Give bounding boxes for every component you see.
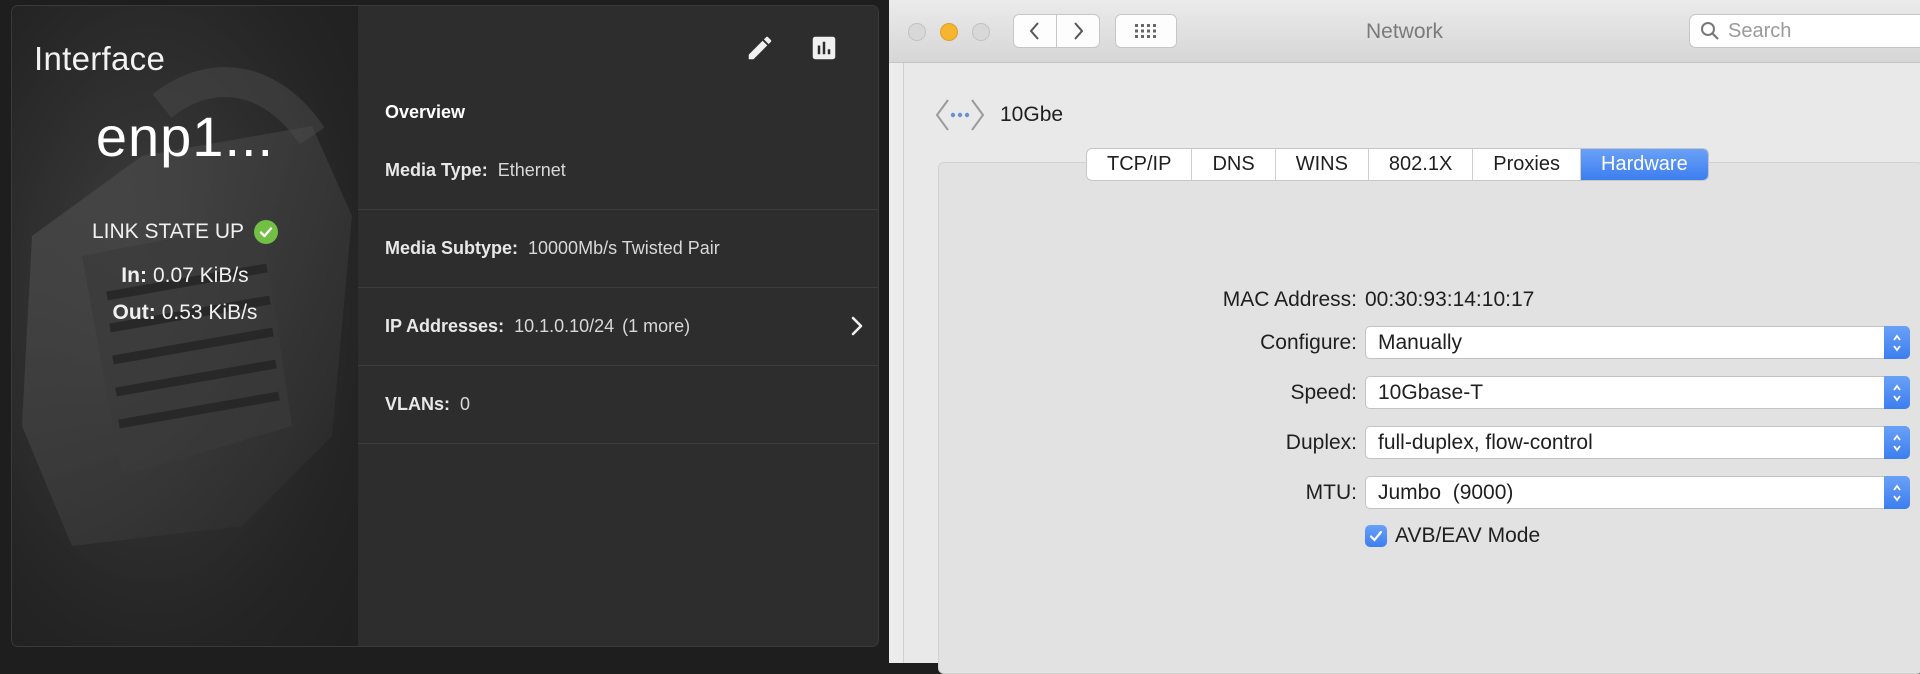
row-label: Media Type:	[385, 160, 488, 180]
media-type-row: Media Type: Ethernet	[358, 132, 878, 210]
row-label: VLANs:	[385, 394, 451, 414]
in-value: 0.07 KiB/s	[152, 264, 249, 287]
popup-arrows-icon	[1884, 376, 1910, 409]
tab-wins[interactable]: WINS	[1276, 149, 1369, 180]
panel-title: Interface	[34, 40, 166, 77]
row-value: Ethernet	[497, 160, 566, 180]
search-placeholder: Search	[1728, 19, 1792, 42]
ip-addresses-row[interactable]: IP Addresses: 10.1.0.10/24 (1 more)	[358, 288, 878, 366]
interface-name: 10Gbe	[1000, 103, 1064, 126]
duplex-value: full-duplex, flow-control	[1378, 430, 1593, 454]
configure-popup[interactable]: Manually	[1365, 326, 1910, 359]
chevron-right-icon[interactable]	[846, 314, 868, 338]
mtu-popup[interactable]: Jumbo (9000)	[1365, 476, 1910, 509]
speed-value: 10Gbase-T	[1378, 380, 1484, 404]
tab-hardware[interactable]: Hardware	[1581, 149, 1708, 180]
interface-card: Interface enp1... LINK STATE UP In: 0.07 …	[12, 6, 878, 646]
speed-popup[interactable]: 10Gbase-T	[1365, 376, 1910, 409]
hardware-panel: MAC Address: 00:30:93:14:10:17 Configure…	[938, 162, 1920, 674]
out-value: 0.53 KiB/s	[161, 301, 258, 324]
row-label: Media Subtype:	[385, 238, 519, 258]
speed-label: Speed:	[1290, 381, 1357, 404]
interface-hero: Interface enp1... LINK STATE UP In: 0.07 …	[12, 6, 358, 646]
check-circle-icon	[254, 220, 279, 244]
avb-label: AVB/EAV Mode	[1395, 524, 1541, 547]
row-value: 0	[460, 394, 471, 414]
interface-name: enp1...	[95, 105, 275, 168]
preferences-content: 10Gbe MAC Address: 00:30:93:14:10:17 Con…	[903, 63, 1920, 674]
out-label: Out:	[112, 301, 156, 324]
mac-address-value: 00:30:93:14:10:17	[1365, 288, 1535, 311]
search-field[interactable]: Search	[1689, 14, 1920, 48]
section-title: Overview	[385, 102, 466, 122]
link-state-label: LINK STATE UP	[91, 220, 245, 243]
popup-arrows-icon	[1884, 426, 1910, 459]
row-label: IP Addresses:	[385, 316, 505, 336]
tab-bar: TCP/IP DNS WINS 802.1X Proxies Hardware	[1086, 148, 1709, 181]
row-more: (1 more)	[622, 316, 691, 336]
interface-details: Overview Media Type: Ethernet Media Subty…	[358, 6, 878, 646]
title-bar: Network Search	[889, 0, 1920, 63]
row-value: 10.1.0.10/24	[514, 316, 615, 336]
tab-dns[interactable]: DNS	[1192, 149, 1276, 180]
row-value: 10000Mb/s Twisted Pair	[528, 238, 720, 258]
media-subtype-row: Media Subtype: 10000Mb/s Twisted Pair	[358, 210, 878, 288]
tab-proxies[interactable]: Proxies	[1473, 149, 1581, 180]
duplex-popup[interactable]: full-duplex, flow-control	[1365, 426, 1910, 459]
vlans-row: VLANs: 0	[358, 366, 878, 444]
duplex-label: Duplex:	[1285, 431, 1357, 454]
in-label: In:	[121, 264, 147, 287]
bar-chart-icon[interactable]	[804, 28, 844, 68]
popup-arrows-icon	[1884, 326, 1910, 359]
configure-label: Configure:	[1260, 331, 1357, 354]
link-state: LINK STATE UP	[12, 220, 358, 244]
mtu-value: Jumbo (9000)	[1378, 480, 1514, 504]
pencil-icon[interactable]	[740, 28, 780, 68]
mac-address-label: MAC Address:	[1222, 288, 1357, 311]
ethernet-icon	[935, 99, 985, 131]
configure-value: Manually	[1378, 330, 1463, 354]
out-rate: Out: 0.53 KiB/s	[12, 301, 358, 325]
tab-tcpip[interactable]: TCP/IP	[1087, 149, 1193, 180]
checkmark-icon	[1369, 530, 1383, 542]
mtu-label: MTU:	[1305, 481, 1357, 504]
interface-header: 10Gbe	[934, 97, 1063, 133]
tab-8021x[interactable]: 802.1X	[1369, 149, 1474, 180]
avb-checkbox[interactable]	[1365, 525, 1387, 547]
popup-arrows-icon	[1884, 476, 1910, 509]
search-icon	[1701, 22, 1719, 40]
network-preferences-window: Network Search 10Gbe MAC Address: 00:30:…	[889, 0, 1920, 674]
in-rate: In: 0.07 KiB/s	[12, 264, 358, 288]
